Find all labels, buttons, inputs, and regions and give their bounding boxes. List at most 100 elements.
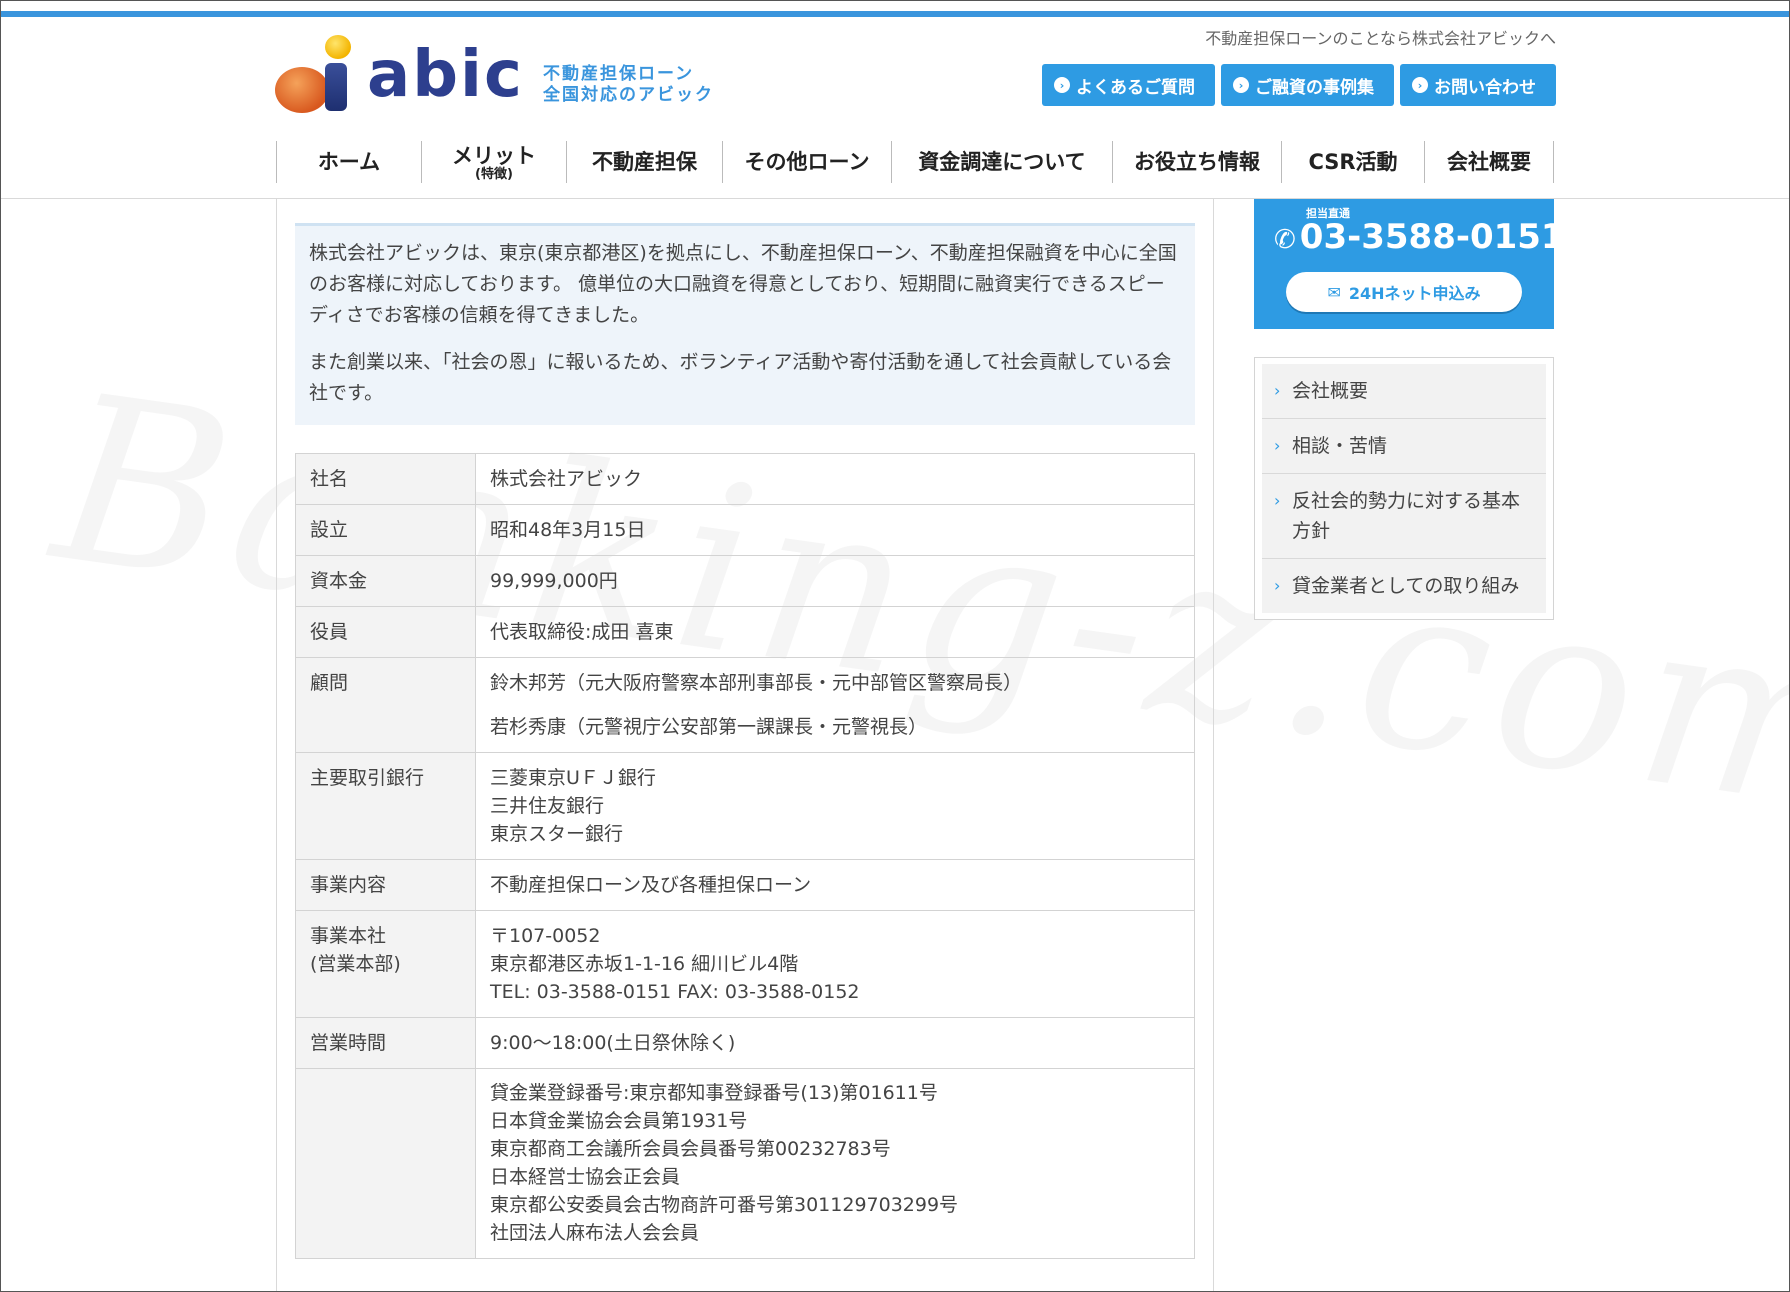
contact-button[interactable]: › お問い合わせ xyxy=(1400,64,1556,106)
logo-subtitle-line-1: 不動産担保ローン xyxy=(543,64,695,84)
row-value: 不動産担保ローン及び各種担保ローン xyxy=(475,859,1195,911)
site-logo[interactable]: abic 不動産担保ローン 全国対応のアビック xyxy=(275,35,735,115)
logo-word: abic xyxy=(367,38,524,112)
intro-paragraph-1: 株式会社アビックは、東京(東京都港区)を拠点にし、不動産担保ローン、不動産担保融… xyxy=(309,242,1177,326)
circle-arrow-icon: › xyxy=(1233,77,1249,93)
row-label: 事業本社 (営業本部) xyxy=(295,910,476,1018)
table-row: 主要取引銀行 三菱東京UＦＪ銀行 三井住友銀行 東京スター銀行 xyxy=(295,752,1195,860)
nav-label: その他ローン xyxy=(744,150,870,174)
row-value: 鈴木邦芳（元大阪府警察本部刑事部長・元中部管区警察局長） 若杉秀康（元警視庁公安… xyxy=(475,657,1195,753)
row-label: 主要取引銀行 xyxy=(295,752,476,860)
phone-icon: ✆ xyxy=(1274,225,1296,255)
registration-4: 日本経営士協会正会員 xyxy=(490,1166,681,1188)
phone-number-text: 03-3588-0151 xyxy=(1299,217,1565,257)
side-menu: › 会社概要 › 相談・苦情 › 反社会的勢力に対する基本方針 › 貸金業者とし… xyxy=(1254,357,1554,620)
faq-button[interactable]: › よくあるご質問 xyxy=(1042,64,1215,106)
hq-address: 東京都港区赤坂1-1-16 細川ビル4階 xyxy=(490,953,799,975)
side-menu-anti-social-policy[interactable]: › 反社会的勢力に対する基本方針 xyxy=(1262,474,1546,559)
nav-real-estate-collateral[interactable]: 不動産担保 xyxy=(566,141,722,183)
nav-company[interactable]: 会社概要 xyxy=(1424,141,1554,183)
logo-subtitle-line-2: 全国対応のアビック xyxy=(543,85,714,105)
online-apply-label: 24Hネット申込み xyxy=(1348,284,1481,303)
advisor-2: 若杉秀康（元警視庁公安部第一課課長・元警視長） xyxy=(490,716,928,738)
row-label: 資本金 xyxy=(295,555,476,607)
table-row: 役員 代表取締役:成田 喜東 xyxy=(295,606,1195,658)
hq-tel-fax: TEL: 03-3588-0151 FAX: 03-3588-0152 xyxy=(490,981,860,1003)
side-menu-label: 反社会的勢力に対する基本方針 xyxy=(1292,490,1521,542)
row-value: 株式会社アビック xyxy=(475,453,1195,505)
nav-useful-info[interactable]: お役立ち情報 xyxy=(1112,141,1281,183)
nav-label: ホーム xyxy=(317,150,381,174)
header-tagline: 不動産担保ローンのことなら株式会社アビックへ xyxy=(1205,29,1556,48)
row-label: 社名 xyxy=(295,453,476,505)
nav-label: 会社概要 xyxy=(1447,150,1531,174)
side-menu-label: 相談・苦情 xyxy=(1292,435,1388,457)
registration-5: 東京都公安委員会古物商許可番号第301129703299号 xyxy=(490,1194,959,1216)
row-label: 役員 xyxy=(295,606,476,658)
registration-3: 東京都商工会議所会員会員番号第00232783号 xyxy=(490,1138,891,1160)
registration-6: 社団法人麻布法人会会員 xyxy=(490,1222,700,1244)
row-value: 9:00～18:00(土日祭休除く) xyxy=(475,1017,1195,1069)
logo-bar-icon xyxy=(325,63,347,111)
logo-yellow-dot-icon xyxy=(325,35,351,59)
bank-3: 東京スター銀行 xyxy=(490,823,624,845)
online-apply-button[interactable]: ✉ 24Hネット申込み xyxy=(1286,272,1522,312)
side-menu-lender-efforts[interactable]: › 貸金業者としての取り組み xyxy=(1262,559,1546,613)
chevron-right-icon: › xyxy=(1274,436,1281,455)
side-menu-consult[interactable]: › 相談・苦情 xyxy=(1262,419,1546,474)
top-accent-bar xyxy=(1,11,1789,17)
logo-orange-ball-icon xyxy=(275,67,329,113)
row-value: 99,999,000円 xyxy=(475,555,1195,607)
chevron-right-icon: › xyxy=(1274,381,1281,400)
circle-arrow-icon: › xyxy=(1054,77,1070,93)
row-value: 三菱東京UＦＪ銀行 三井住友銀行 東京スター銀行 xyxy=(475,752,1195,860)
nav-csr[interactable]: CSR活動 xyxy=(1281,141,1424,183)
hq-label-2: (営業本部) xyxy=(310,953,401,975)
table-row: 資本金 99,999,000円 xyxy=(295,555,1195,607)
table-row: 貸金業登録番号:東京都知事登録番号(13)第01611号 日本貸金業協会会員第1… xyxy=(295,1068,1195,1259)
top-buttons: › よくあるご質問 › ご融資の事例集 › お問い合わせ xyxy=(1042,64,1556,106)
mail-icon: ✉ xyxy=(1327,282,1341,302)
main-nav: ホーム メリット (特徴) 不動産担保 その他ローン 資金調達について お役立ち… xyxy=(276,141,1554,183)
intro-paragraph-2: また創業以来、「社会の恩」に報いるため、ボランティア活動や寄付活動を通して社会貢… xyxy=(309,351,1172,404)
logo-subtitle: 不動産担保ローン 全国対応のアビック xyxy=(543,64,714,106)
faq-button-label: よくあるご質問 xyxy=(1076,77,1195,98)
phone-number[interactable]: ✆ 03-3588-0151 xyxy=(1274,217,1565,257)
advisor-1: 鈴木邦芳（元大阪府警察本部刑事部長・元中部管区警察局長） xyxy=(490,672,1023,694)
nav-merit[interactable]: メリット (特徴) xyxy=(421,141,566,183)
intro-box: 株式会社アビックは、東京(東京都港区)を拠点にし、不動産担保ローン、不動産担保融… xyxy=(295,223,1195,425)
nav-funding[interactable]: 資金調達について xyxy=(891,141,1112,183)
table-row: 設立 昭和48年3月15日 xyxy=(295,504,1195,556)
nav-label: 資金調達について xyxy=(918,150,1086,174)
nav-label: 不動産担保 xyxy=(592,150,697,174)
chevron-right-icon: › xyxy=(1274,576,1281,595)
case-studies-button-label: ご融資の事例集 xyxy=(1255,77,1374,98)
hq-label-1: 事業本社 xyxy=(310,925,387,947)
nav-label: メリット xyxy=(452,143,536,168)
hq-postal: 〒107-0052 xyxy=(490,925,601,947)
row-label: 設立 xyxy=(295,504,476,556)
registration-2: 日本貸金業協会会員第1931号 xyxy=(490,1110,748,1132)
main-content: 株式会社アビックは、東京(東京都港区)を拠点にし、不動産担保ローン、不動産担保融… xyxy=(276,199,1214,1291)
nav-other-loans[interactable]: その他ローン xyxy=(722,141,891,183)
row-value: 昭和48年3月15日 xyxy=(475,504,1195,556)
row-value: 貸金業登録番号:東京都知事登録番号(13)第01611号 日本貸金業協会会員第1… xyxy=(475,1068,1195,1259)
table-row: 社名 株式会社アビック xyxy=(295,453,1195,505)
row-label: 事業内容 xyxy=(295,859,476,911)
row-label xyxy=(295,1068,476,1259)
nav-label: お役立ち情報 xyxy=(1134,150,1260,174)
phone-contact-box: 担当直通 ✆ 03-3588-0151 ✉ 24Hネット申込み xyxy=(1254,199,1565,329)
side-menu-label: 貸金業者としての取り組み xyxy=(1292,575,1520,597)
site-header: 不動産担保ローンのことなら株式会社アビックへ abic 不動産担保ローン 全国対… xyxy=(1,1,1789,199)
row-value: 〒107-0052 東京都港区赤坂1-1-16 細川ビル4階 TEL: 03-3… xyxy=(475,910,1195,1018)
side-menu-company[interactable]: › 会社概要 xyxy=(1262,364,1546,419)
case-studies-button[interactable]: › ご融資の事例集 xyxy=(1221,64,1394,106)
nav-home[interactable]: ホーム xyxy=(276,141,421,183)
row-label: 顧問 xyxy=(295,657,476,753)
nav-label: CSR活動 xyxy=(1308,150,1398,174)
contact-button-label: お問い合わせ xyxy=(1434,77,1536,98)
table-row: 営業時間 9:00～18:00(土日祭休除く) xyxy=(295,1017,1195,1069)
chevron-right-icon: › xyxy=(1274,491,1281,510)
row-label: 営業時間 xyxy=(295,1017,476,1069)
side-menu-label: 会社概要 xyxy=(1292,380,1369,402)
